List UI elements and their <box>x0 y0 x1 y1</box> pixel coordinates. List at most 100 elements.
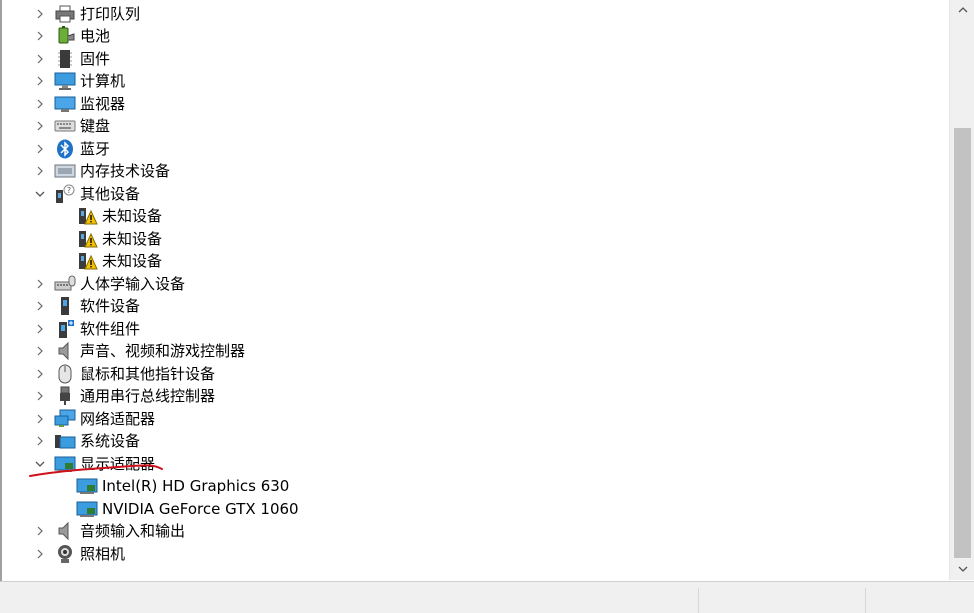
battery-icon <box>54 26 76 46</box>
tree-item-software-components[interactable]: 软件组件 <box>32 318 140 340</box>
tree-item-label: 固件 <box>80 50 111 68</box>
software-component-icon <box>54 319 76 339</box>
tree-item-label: 系统设备 <box>80 432 141 450</box>
svg-text:?: ? <box>67 186 71 195</box>
camera-icon <box>54 544 76 564</box>
tree-item-label: 网络适配器 <box>80 410 156 428</box>
keyboard-icon <box>54 116 76 136</box>
tree-item-other-devices[interactable]: ? 其他设备 <box>32 183 140 205</box>
chevron-right-icon[interactable] <box>32 118 48 134</box>
tree-item-software-devices[interactable]: 软件设备 <box>32 295 140 317</box>
tree-item-label: 键盘 <box>80 117 111 135</box>
tree-item-system-devices[interactable]: 系统设备 <box>32 430 140 452</box>
firmware-chip-icon <box>54 49 76 69</box>
status-bar <box>0 581 974 613</box>
chevron-right-icon[interactable] <box>32 6 48 22</box>
speaker-icon <box>54 341 76 361</box>
memory-device-icon <box>54 161 76 181</box>
tree-item-label: 未知设备 <box>102 230 163 248</box>
status-pane <box>698 588 699 613</box>
tree-item-label: 通用串行总线控制器 <box>80 387 216 405</box>
status-pane <box>865 588 866 613</box>
mouse-icon <box>54 364 76 384</box>
tree-item-cameras[interactable]: 照相机 <box>32 543 125 565</box>
tree-item-label: 计算机 <box>80 72 126 90</box>
chevron-right-icon[interactable] <box>32 163 48 179</box>
computer-icon <box>54 71 76 91</box>
tree-item-label: 其他设备 <box>80 185 141 203</box>
display-adapter-icon <box>76 499 98 519</box>
chevron-right-icon[interactable] <box>32 388 48 404</box>
tree-item-firmware[interactable]: 固件 <box>32 48 110 70</box>
chevron-up-icon <box>958 6 967 12</box>
system-device-icon <box>54 431 76 451</box>
tree-item-memory-technology-devices[interactable]: 内存技术设备 <box>32 160 170 182</box>
tree-item-label: 未知设备 <box>102 207 163 225</box>
tree-item-network-adapters[interactable]: 网络适配器 <box>32 408 155 430</box>
tree-item-label: 内存技术设备 <box>80 162 171 180</box>
tree-item-label: 软件组件 <box>80 320 141 338</box>
tree-item-label: 声音、视频和游戏控制器 <box>80 342 246 360</box>
chevron-right-icon[interactable] <box>32 276 48 292</box>
tree-item-audio-inputs-outputs[interactable]: 音频输入和输出 <box>32 520 185 542</box>
tree-item-unknown-device[interactable]: 未知设备 <box>76 250 162 272</box>
speaker-icon <box>54 521 76 541</box>
tree-item-sound-video-game-controllers[interactable]: 声音、视频和游戏控制器 <box>32 340 245 362</box>
tree-item-mice-pointing-devices[interactable]: 鼠标和其他指针设备 <box>32 363 215 385</box>
tree-item-human-interface-devices[interactable]: 人体学输入设备 <box>32 273 185 295</box>
chevron-right-icon[interactable] <box>32 546 48 562</box>
chevron-right-icon[interactable] <box>32 28 48 44</box>
scroll-up-button[interactable] <box>950 0 974 18</box>
printer-icon <box>54 4 76 24</box>
chevron-right-icon[interactable] <box>32 433 48 449</box>
tree-item-label: NVIDIA GeForce GTX 1060 <box>102 500 299 518</box>
chevron-right-icon[interactable] <box>32 73 48 89</box>
software-device-icon <box>54 296 76 316</box>
tree-item-monitors[interactable]: 监视器 <box>32 93 125 115</box>
device-tree[interactable]: 打印队列 电池 固件 计算机 监视器 键盘 蓝牙 内存技术设备 ? 其他设备 未… <box>2 0 948 580</box>
scrollbar-thumb[interactable] <box>954 128 971 558</box>
tree-item-label: 照相机 <box>80 545 126 563</box>
warning-device-icon <box>76 206 98 226</box>
tree-item-label: 鼠标和其他指针设备 <box>80 365 216 383</box>
tree-item-unknown-device[interactable]: 未知设备 <box>76 205 162 227</box>
chevron-right-icon[interactable] <box>32 343 48 359</box>
unknown-device-icon: ? <box>54 184 76 204</box>
chevron-right-icon[interactable] <box>32 411 48 427</box>
tree-item-computer[interactable]: 计算机 <box>32 70 125 92</box>
chevron-right-icon[interactable] <box>32 298 48 314</box>
tree-item-label: 未知设备 <box>102 252 163 270</box>
chevron-right-icon[interactable] <box>32 141 48 157</box>
tree-item-label: 蓝牙 <box>80 140 111 158</box>
chevron-right-icon[interactable] <box>32 321 48 337</box>
chevron-down-icon[interactable] <box>32 186 48 202</box>
tree-item-keyboards[interactable]: 键盘 <box>32 115 110 137</box>
network-adapter-icon <box>54 409 76 429</box>
tree-item-label: 监视器 <box>80 95 126 113</box>
warning-device-icon <box>76 229 98 249</box>
red-underline-annotation <box>29 464 163 477</box>
tree-item-label: 电池 <box>80 27 111 45</box>
tree-item-gpu-nvidia[interactable]: NVIDIA GeForce GTX 1060 <box>76 498 299 520</box>
chevron-right-icon[interactable] <box>32 366 48 382</box>
tree-item-label: 打印队列 <box>80 5 141 23</box>
chevron-right-icon[interactable] <box>32 523 48 539</box>
chevron-right-icon[interactable] <box>32 51 48 67</box>
tree-item-bluetooth[interactable]: 蓝牙 <box>32 138 110 160</box>
warning-device-icon <box>76 251 98 271</box>
tree-item-label: 软件设备 <box>80 297 141 315</box>
chevron-right-icon[interactable] <box>32 96 48 112</box>
bluetooth-icon <box>54 139 76 159</box>
tree-item-unknown-device[interactable]: 未知设备 <box>76 228 162 250</box>
tree-item-label: 人体学输入设备 <box>80 275 186 293</box>
chevron-down-icon <box>958 566 967 572</box>
hid-icon <box>54 274 76 294</box>
monitor-icon <box>54 94 76 114</box>
tree-item-usb-controllers[interactable]: 通用串行总线控制器 <box>32 385 215 407</box>
tree-item-batteries[interactable]: 电池 <box>32 25 110 47</box>
vertical-scrollbar[interactable] <box>949 0 974 580</box>
usb-icon <box>54 386 76 406</box>
scroll-down-button[interactable] <box>950 560 974 578</box>
tree-item-label: 音频输入和输出 <box>80 522 186 540</box>
tree-item-print-queues[interactable]: 打印队列 <box>32 3 140 25</box>
